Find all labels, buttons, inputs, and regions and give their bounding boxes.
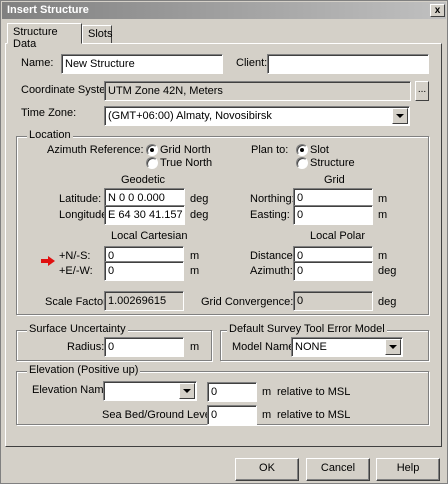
ns-label: +N/-S: xyxy=(59,250,91,262)
chevron-down-icon[interactable] xyxy=(385,339,401,355)
title-bar: Insert Structure x xyxy=(2,2,446,19)
easting-label: Easting: xyxy=(250,209,290,221)
client-label: Client: xyxy=(236,57,268,69)
seabed-relative-label: relative to MSL xyxy=(277,409,351,421)
elevation-input[interactable]: 0 xyxy=(207,382,257,402)
chevron-down-icon[interactable] xyxy=(392,108,408,124)
azimuth-reference-label: Azimuth Reference: xyxy=(47,144,144,156)
grid-north-radio[interactable] xyxy=(146,144,158,156)
slot-radio[interactable] xyxy=(296,144,308,156)
time-zone-value: (GMT+06:00) Almaty, Novosibirsk xyxy=(108,110,272,122)
coordinate-system-field: UTM Zone 42N, Meters xyxy=(104,81,411,101)
time-zone-label: Time Zone: xyxy=(21,107,77,119)
elevation-name-label: Elevation Name: xyxy=(32,384,113,396)
azimuth-input[interactable]: 0 xyxy=(293,261,373,281)
radius-unit: m xyxy=(190,341,200,353)
cancel-button[interactable]: Cancel xyxy=(306,458,370,481)
insert-structure-dialog: Insert Structure x Structure Data Slots … xyxy=(0,0,448,484)
ns-unit: m xyxy=(190,250,200,262)
northing-unit: m xyxy=(378,193,388,205)
elevation-group-title: Elevation (Positive up) xyxy=(27,364,141,377)
distance-unit: m xyxy=(378,250,388,262)
location-group-title: Location xyxy=(27,129,73,142)
seabed-input[interactable]: 0 xyxy=(207,405,257,425)
seabed-unit: m xyxy=(262,409,272,421)
easting-unit: m xyxy=(378,209,388,221)
slot-label: Slot xyxy=(310,144,329,156)
tab-slots[interactable]: Slots xyxy=(82,25,112,44)
ew-unit: m xyxy=(190,265,200,277)
elevation-name-select[interactable] xyxy=(103,381,197,401)
grid-convergence-field: 0 xyxy=(293,291,373,311)
geodetic-heading: Geodetic xyxy=(121,174,166,186)
structure-label: Structure xyxy=(310,157,355,169)
grid-north-label: Grid North xyxy=(160,144,211,156)
easting-input[interactable]: 0 xyxy=(293,205,373,225)
northing-label: Northing: xyxy=(250,193,295,205)
azimuth-label: Azimuth: xyxy=(250,265,293,277)
elevation-relative-label: relative to MSL xyxy=(277,386,351,398)
tab-slots-label: Slots xyxy=(88,28,113,40)
window-title: Insert Structure xyxy=(7,4,89,16)
grid-convergence-unit: deg xyxy=(378,296,397,308)
latitude-label: Latitude: xyxy=(59,193,102,205)
name-label: Name: xyxy=(21,57,54,69)
close-button[interactable]: x xyxy=(430,4,445,17)
tab-structure-data[interactable]: Structure Data xyxy=(7,23,82,50)
time-zone-select[interactable]: (GMT+06:00) Almaty, Novosibirsk xyxy=(104,106,410,126)
model-name-value: NONE xyxy=(295,341,327,353)
scale-factor-field: 1.00269615 xyxy=(104,291,184,311)
survey-tool-title: Default Survey Tool Error Model xyxy=(227,323,387,336)
radius-label: Radius: xyxy=(67,341,105,353)
longitude-label: Longitude: xyxy=(59,209,111,221)
ok-button[interactable]: OK xyxy=(235,458,299,481)
ew-label: +E/-W: xyxy=(59,265,93,277)
ew-input[interactable]: 0 xyxy=(104,261,184,281)
coordinate-system-browse-button[interactable]: ... xyxy=(415,81,429,101)
longitude-unit: deg xyxy=(190,209,209,221)
azimuth-unit: deg xyxy=(378,265,397,277)
scale-factor-label: Scale Factor: xyxy=(45,296,110,308)
local-polar-heading: Local Polar xyxy=(310,230,366,242)
arrow-right-icon xyxy=(41,256,55,266)
structure-radio[interactable] xyxy=(296,157,308,169)
true-north-radio[interactable] xyxy=(146,157,158,169)
distance-label: Distance: xyxy=(250,250,296,262)
plan-to-label: Plan to: xyxy=(251,144,289,156)
true-north-label: True North xyxy=(160,157,213,169)
model-name-label: Model Name: xyxy=(232,341,298,353)
elevation-unit: m xyxy=(262,386,272,398)
chevron-down-icon[interactable] xyxy=(179,383,195,399)
model-name-select[interactable]: NONE xyxy=(291,337,403,357)
latitude-unit: deg xyxy=(190,193,209,205)
location-group xyxy=(16,136,429,315)
grid-convergence-label: Grid Convergence: xyxy=(201,296,294,308)
seabed-label: Sea Bed/Ground Level: xyxy=(102,409,217,421)
local-cartesian-heading: Local Cartesian xyxy=(111,230,188,242)
client-input[interactable] xyxy=(267,54,429,74)
help-button[interactable]: Help xyxy=(376,458,440,481)
name-input[interactable]: New Structure xyxy=(61,54,223,74)
longitude-input[interactable]: E 64 30 41.157 xyxy=(104,205,185,225)
grid-heading: Grid xyxy=(324,174,345,186)
surface-uncertainty-title: Surface Uncertainty xyxy=(27,323,128,336)
radius-input[interactable]: 0 xyxy=(104,337,184,357)
